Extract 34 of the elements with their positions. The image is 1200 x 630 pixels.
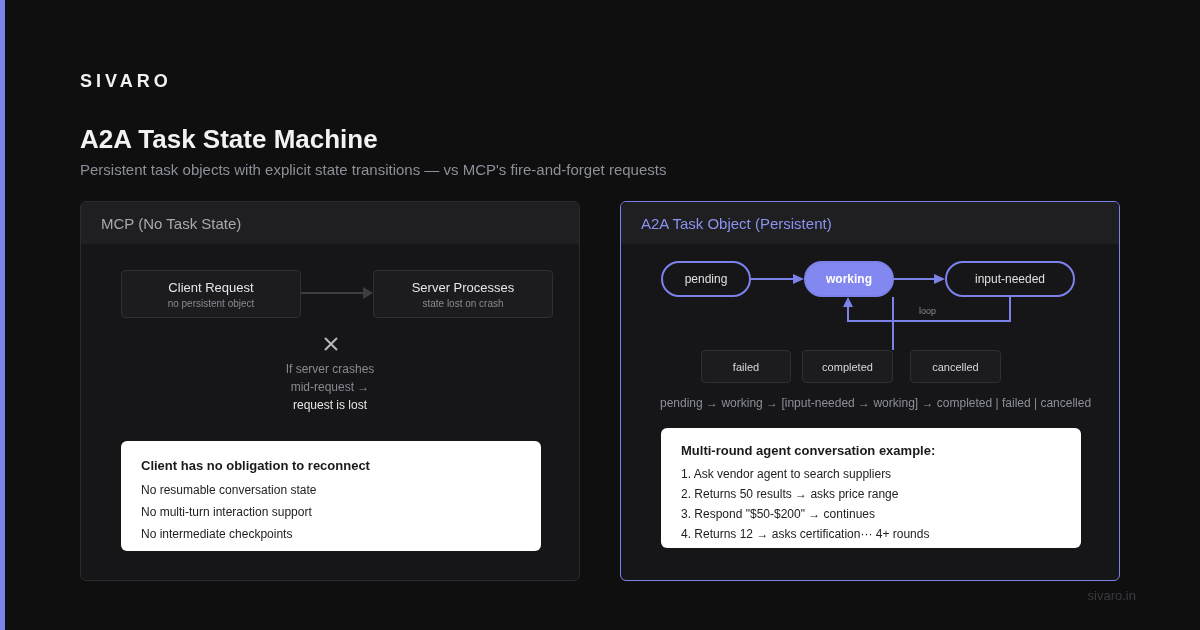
card-item: No multi-turn interaction support	[141, 504, 312, 521]
transition-arrow	[893, 274, 945, 284]
failure-result: request is lost	[292, 397, 367, 414]
card-item: 3. Respond "$50-$200" → continues	[681, 506, 875, 523]
transition-arrow	[750, 274, 804, 284]
crash-x-icon	[323, 336, 339, 352]
card-item: 1. Ask vendor agent to search suppliers	[681, 466, 892, 483]
card-item: No intermediate checkpoints	[141, 526, 293, 543]
card-item: 4. Returns 12 → asks certification··· 4+ rounds	[681, 526, 930, 543]
panel-title: A2A Task Object (Persistent)	[641, 214, 832, 232]
page-title: A2A Task State Machine	[80, 124, 378, 154]
failure-note: mid-request →	[290, 379, 370, 396]
card-item: 2. Returns 50 results → asks price range	[681, 486, 899, 503]
page-subtitle: Persistent task objects with explicit state transitions — vs MCP's fire-and-forget requests	[80, 161, 667, 179]
state-node: input-needed	[945, 261, 1075, 297]
card-item: No resumable conversation state	[141, 482, 317, 499]
node-note: state lost on crash	[422, 297, 504, 309]
terminal-state: completed	[802, 350, 893, 383]
node-note: no persistent object	[167, 297, 255, 309]
terminal-state: cancelled	[910, 350, 1001, 383]
node-label: Client Request	[168, 279, 254, 295]
terminal-state: failed	[701, 350, 791, 383]
panel-title: MCP (No Task State)	[101, 214, 242, 232]
node-label: Server Processes	[411, 279, 515, 295]
state-sequence: pending → working → [input-needed → working] → completed | failed | cancelled	[660, 395, 1092, 412]
connector-line	[892, 296, 894, 351]
state-node: pending	[661, 261, 751, 297]
flow-arrow	[301, 287, 373, 299]
state-node: working	[804, 261, 894, 297]
failure-note: If server crashes	[285, 361, 375, 378]
card-title: Multi-round agent conversation example:	[681, 443, 936, 458]
brand-logo: SIVARO	[80, 70, 172, 93]
card-title: Client has no obligation to reconnect	[141, 458, 370, 473]
loop-label: loop	[919, 306, 936, 316]
